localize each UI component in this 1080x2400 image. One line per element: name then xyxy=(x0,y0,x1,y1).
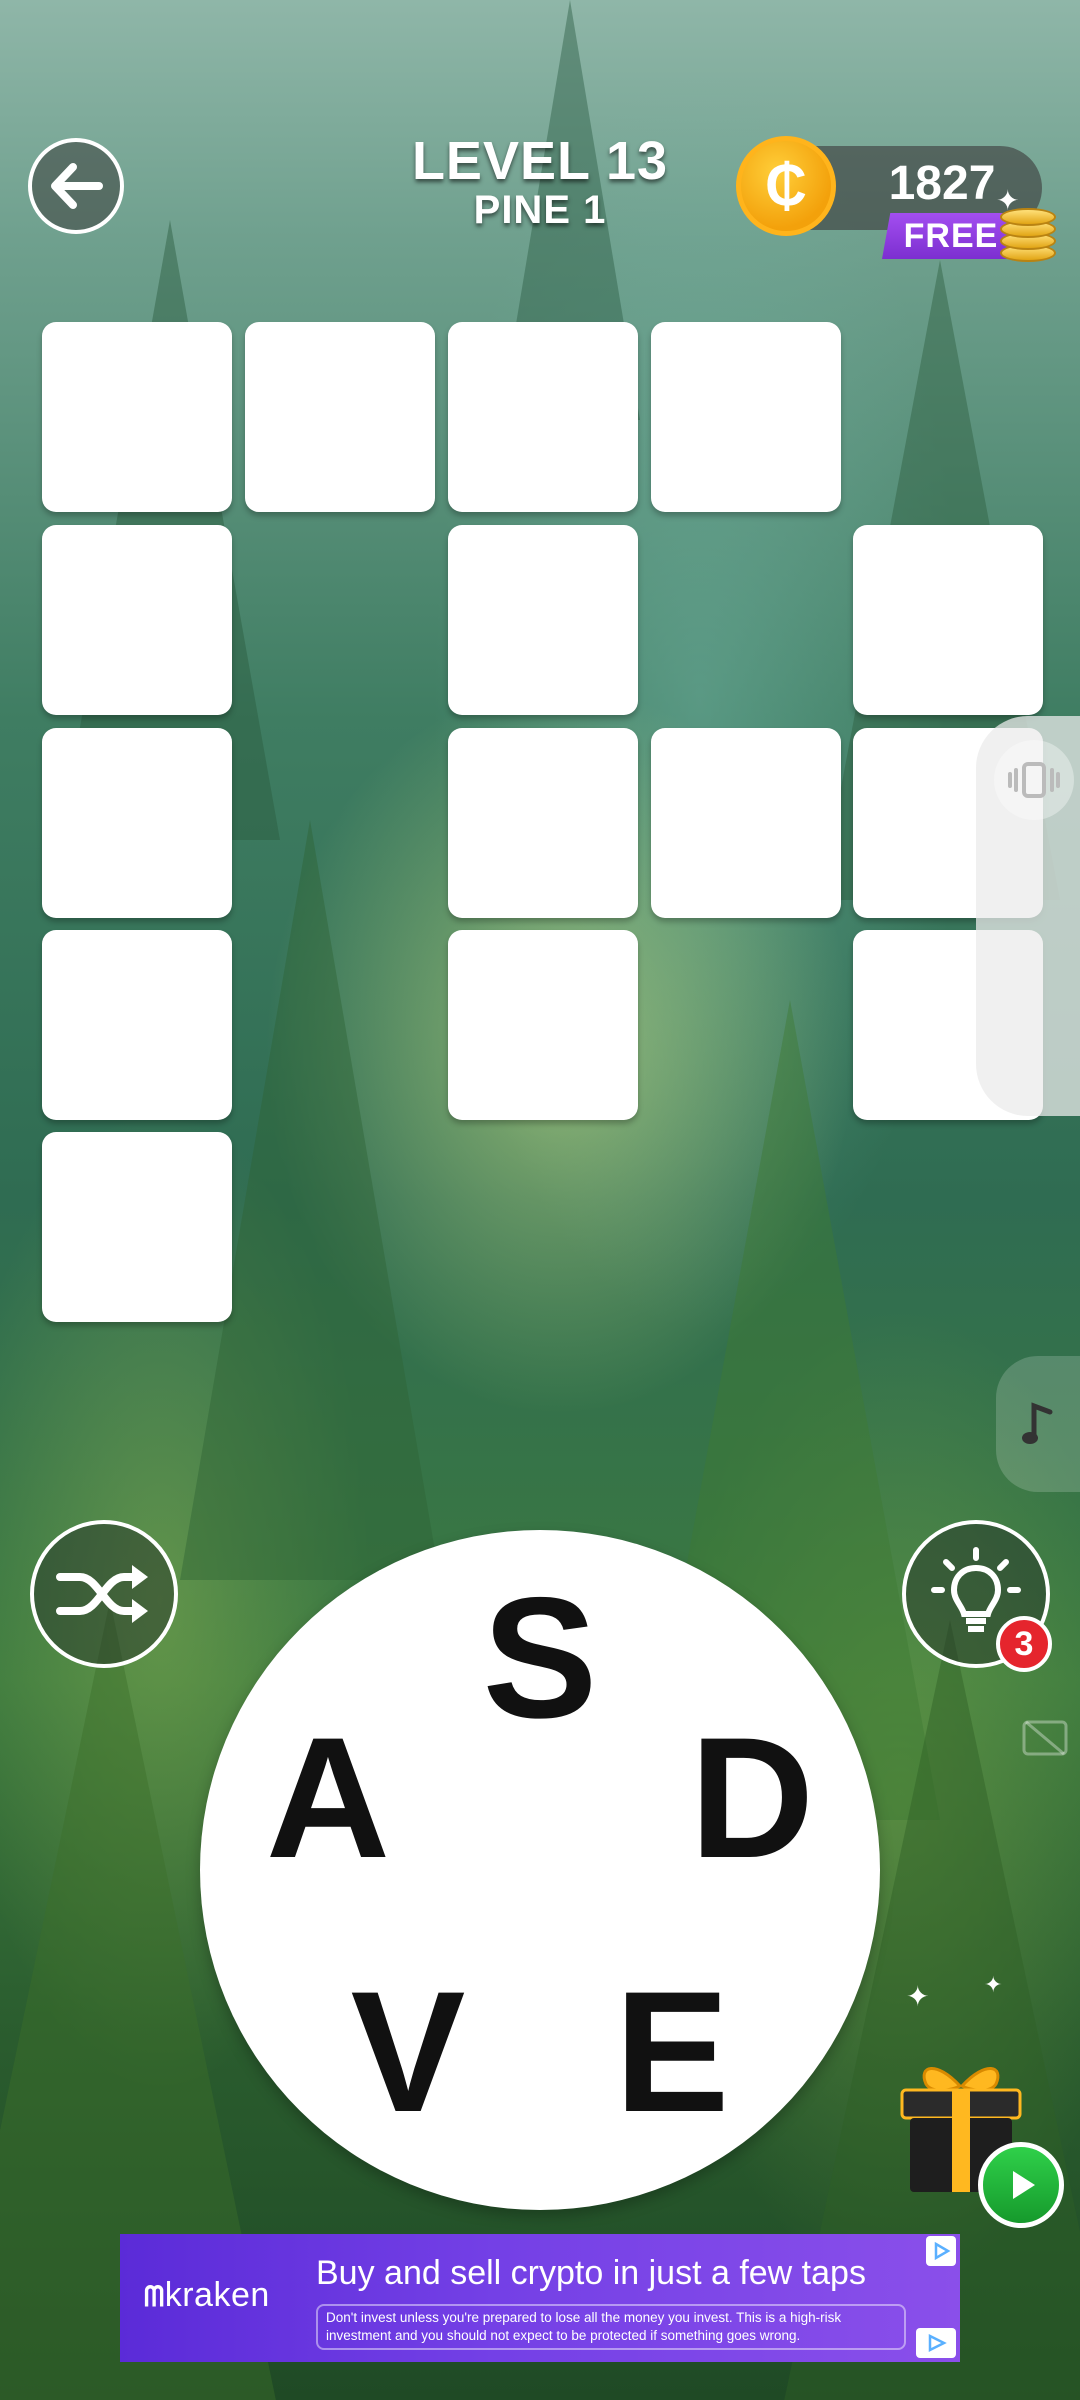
ad-choices-icon[interactable] xyxy=(916,2328,956,2358)
play-icon xyxy=(1013,2171,1035,2199)
level-title: LEVEL 13 xyxy=(411,131,669,191)
vibrate-icon[interactable] xyxy=(994,740,1074,820)
wheel-letter[interactable]: E xyxy=(592,1966,752,2138)
sparkle-icon: ✦ xyxy=(984,1972,1003,1997)
ad-brand-name: kraken xyxy=(164,2276,270,2314)
game-screen: LEVEL 13 PINE 1 ₵ 1827 FREE ✦ 3 S D E V … xyxy=(0,0,1080,2400)
music-button[interactable] xyxy=(996,1356,1080,1492)
wheel-letter[interactable]: V xyxy=(328,1966,488,2138)
ad-headline: Buy and sell crypto in just a few taps xyxy=(316,2254,866,2292)
play-video-button[interactable] xyxy=(978,2142,1064,2228)
grid-cell xyxy=(42,1132,232,1322)
grid-cell xyxy=(651,728,841,918)
grid-cell xyxy=(448,525,638,715)
grid-cell xyxy=(245,322,435,512)
shuffle-button[interactable] xyxy=(30,1520,178,1668)
wheel-letter[interactable]: D xyxy=(672,1712,832,1884)
level-subtitle: PINE 1 xyxy=(473,188,607,232)
kraken-logo-icon: ᗰ xyxy=(144,2281,165,2312)
ad-brand: ᗰkraken xyxy=(144,2276,270,2315)
grid-cell xyxy=(853,525,1043,715)
grid-cell xyxy=(42,930,232,1120)
grid-cell xyxy=(42,525,232,715)
wheel-letter[interactable]: A xyxy=(248,1712,408,1884)
vibrate-glyph xyxy=(1008,762,1060,798)
music-note-icon xyxy=(1022,1402,1053,1444)
ad-disclaimer: Don't invest unless you're prepared to l… xyxy=(316,2304,906,2350)
ad-choices-icon[interactable] xyxy=(926,2236,956,2266)
grid-cell xyxy=(42,322,232,512)
coin-count: 1827 xyxy=(888,157,996,210)
wheel-letter[interactable]: S xyxy=(460,1572,620,1744)
sparkle-icon: ✦ xyxy=(906,1981,930,2012)
ad-banner[interactable]: ᗰkraken Buy and sell crypto in just a fe… xyxy=(120,2234,960,2362)
grid-cell xyxy=(651,322,841,512)
grid-cell xyxy=(42,728,232,918)
grid-cell xyxy=(448,728,638,918)
letter-wheel[interactable]: S D E V A xyxy=(200,1530,880,2210)
no-ads-icon[interactable] xyxy=(1020,1716,1070,1765)
arrow-left-icon xyxy=(51,163,103,209)
sparkle-icon: ✦ xyxy=(996,185,1020,216)
shuffle-icon xyxy=(56,1565,148,1623)
grid-cell xyxy=(448,930,638,1120)
grid-cell xyxy=(448,322,638,512)
back-button[interactable] xyxy=(28,138,124,234)
hint-count-badge: 3 xyxy=(996,1616,1052,1672)
coin-icon: ₵ xyxy=(736,136,836,236)
